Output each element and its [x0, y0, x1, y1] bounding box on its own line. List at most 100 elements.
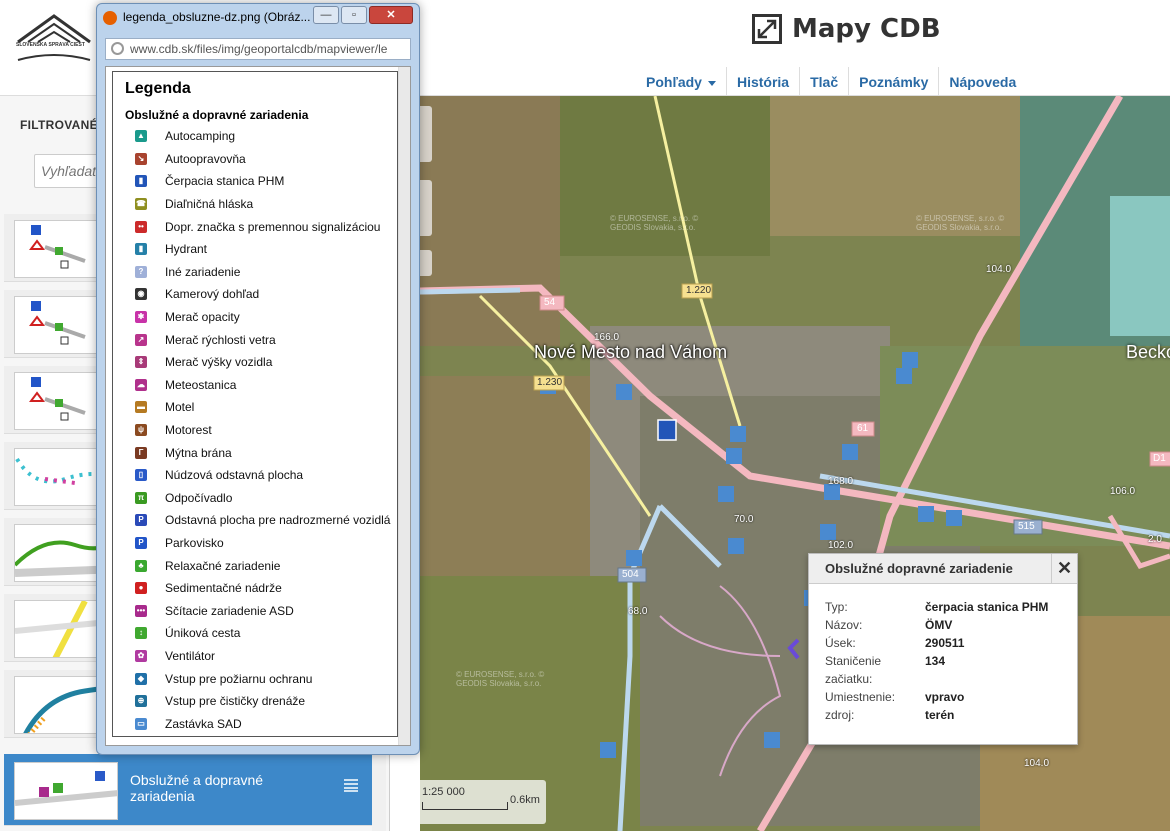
list-icon[interactable]: [344, 778, 358, 792]
popup-key: Typ:: [825, 600, 848, 614]
road-label: 504: [622, 569, 639, 580]
map-zoom-controls: [420, 106, 432, 276]
map-app-icon: [752, 14, 782, 44]
zoom-in-button[interactable]: [420, 106, 432, 162]
main-nav: Pohľady História Tlač Poznámky Nápoveda: [636, 67, 1026, 97]
legend-item: ? Iné zariadenie: [135, 261, 395, 284]
legend-symbol-icon: ✱: [135, 311, 147, 324]
popup-row: Úsek: 290511: [825, 634, 1065, 652]
legend-item-label: Relaxačné zariadenie: [165, 558, 281, 573]
place-label: Nové Mesto nad Váhom: [534, 342, 728, 362]
globe-icon: [111, 42, 124, 55]
legend-item: ↘ Autoopravovňa: [135, 148, 395, 171]
legend-item: ↕ Úniková cesta: [135, 622, 395, 645]
nav-item-tlac[interactable]: Tlač: [800, 67, 850, 97]
legend: Legenda Obslužné a dopravné zariadenia ▲…: [112, 71, 398, 737]
chainage-label: 166.0: [594, 332, 620, 343]
zoom-out-button[interactable]: [420, 180, 432, 236]
nav-item-pohlady[interactable]: Pohľady: [636, 67, 727, 97]
layer-thumbnail: [14, 762, 118, 820]
legend-image-window[interactable]: legenda_obsluzne-dz.png (Obráz... — ▫ ✕ …: [96, 3, 420, 755]
popup-value: ÖMV: [925, 618, 953, 632]
legend-symbol-icon: ●: [135, 582, 147, 595]
nav-item-label: Nápoveda: [949, 74, 1017, 90]
legend-item-label: Sedimentačné nádrže: [165, 581, 282, 596]
legend-list: ▲ Autocamping ↘ Autoopravovňa ▮ Čerpacia stan…: [135, 125, 395, 735]
legend-item-label: Iné zariadenie: [165, 264, 241, 279]
nav-item-napoveda[interactable]: Nápoveda: [939, 67, 1026, 97]
map-watermark: © EUROSENSE, s.r.o. © GEODIS Slovakia, s…: [916, 214, 1005, 232]
legend-symbol-icon: ▮: [135, 175, 147, 188]
legend-symbol-icon: ▲: [135, 130, 147, 143]
legend-scrollbar[interactable]: [398, 67, 410, 745]
close-icon[interactable]: ✕: [1051, 554, 1077, 584]
map-tool-button[interactable]: [420, 250, 432, 276]
nav-item-historia[interactable]: História: [727, 67, 801, 97]
chevron-down-icon: [707, 80, 716, 86]
maximize-button[interactable]: ▫: [341, 6, 367, 24]
legend-item-label: Parkovisko: [165, 535, 224, 550]
feature-info-popup: Obslužné dopravné zariadenie ✕ Typ: čerpa…: [808, 553, 1078, 745]
list-item-active[interactable]: Obslužné a dopravné zariadenia: [4, 754, 384, 826]
map-watermark: © EUROSENSE, s.r.o. © GEODIS Slovakia, s…: [610, 214, 699, 232]
popup-key: Umiestnenie:: [825, 690, 896, 704]
place-label: Becko: [1126, 342, 1170, 362]
firefox-icon: [103, 11, 117, 25]
popup-row: Staničenie začiatku: 134: [825, 652, 1065, 688]
legend-symbol-icon: ▭: [135, 717, 147, 730]
chainage-label: 102.0: [828, 540, 854, 551]
road-label: D1: [1153, 453, 1166, 464]
legend-item: ↗ Merač rýchlosti vetra: [135, 328, 395, 351]
legend-symbol-icon: P: [135, 514, 147, 527]
road-label: 1.230: [537, 377, 563, 388]
popup-row: Umiestnenie: vpravo: [825, 688, 1065, 706]
legend-item: Γ Mýtna brána: [135, 441, 395, 464]
legend-item: ✿ Ventilátor: [135, 645, 395, 668]
nav-item-poznamky[interactable]: Poznámky: [849, 67, 940, 97]
legend-item: ⇕ Merač výšky vozidla: [135, 351, 395, 374]
legend-item-label: Čerpacia stanica PHM: [165, 174, 285, 189]
road-label: 515: [1018, 521, 1035, 532]
minimize-button[interactable]: —: [313, 6, 339, 24]
legend-item-label: Ventilátor: [165, 648, 216, 663]
fuel-station-icon[interactable]: [657, 419, 677, 441]
legend-item-label: Motel: [165, 400, 195, 415]
legend-symbol-icon: ψ: [135, 424, 147, 437]
legend-item: ▯ Núdzová odstavná plocha: [135, 464, 395, 487]
legend-item: ▲ Autocamping: [135, 125, 395, 148]
legend-item-label: Odstavná plocha pre nadrozmerné vozidlá: [165, 513, 391, 528]
map-scale: 1:25 000 0.6km: [414, 780, 546, 824]
road-label: 1.220: [686, 285, 712, 296]
popup-body: Typ: čerpacia stanica PHM Názov: ÖMV Úsek:…: [825, 598, 1065, 724]
popup-key: Názov:: [825, 618, 863, 632]
legend-symbol-icon: ?: [135, 265, 147, 278]
legend-symbol-icon: ⊕: [135, 695, 147, 708]
url-text: www.cdb.sk/files/img/geoportalcdb/mapvie…: [130, 42, 388, 56]
popup-value: čerpacia stanica PHM: [925, 600, 1049, 614]
scale-length: 0.6km: [510, 794, 540, 806]
legend-item: ▮ Čerpacia stanica PHM: [135, 170, 395, 193]
app-title: Mapy CDB: [752, 12, 941, 46]
ssc-logo[interactable]: [14, 12, 94, 64]
popup-value: terén: [925, 708, 955, 722]
url-bar[interactable]: www.cdb.sk/files/img/geoportalcdb/mapvie…: [105, 38, 411, 60]
layer-label: Obslužné a dopravné zariadenia: [130, 772, 264, 804]
nav-item-label: Tlač: [810, 74, 839, 90]
popup-value: 290511: [925, 636, 965, 650]
legend-symbol-icon: ✿: [135, 649, 147, 662]
legend-symbol-icon: ⇕: [135, 356, 147, 369]
road-label: 54: [544, 297, 556, 308]
legend-item: •• Dopr. značka s premennou signalizáciou: [135, 215, 395, 238]
legend-item-label: Vstup pre čističky drenáže: [165, 694, 306, 709]
legend-item-label: Mýtna brána: [165, 445, 232, 460]
scale-bar: [422, 802, 508, 810]
legend-item-label: Autocamping: [165, 129, 236, 144]
legend-item-label: Motorest: [165, 423, 212, 438]
legend-symbol-icon: ▮: [135, 243, 147, 256]
close-button[interactable]: ✕: [369, 6, 413, 24]
chainage-label: 104.0: [1024, 758, 1050, 769]
app-title-text: Mapy CDB: [792, 14, 941, 44]
legend-symbol-icon: Γ: [135, 446, 147, 459]
chainage-label: 104.0: [986, 264, 1012, 275]
legend-item: ● Sedimentačné nádrže: [135, 577, 395, 600]
